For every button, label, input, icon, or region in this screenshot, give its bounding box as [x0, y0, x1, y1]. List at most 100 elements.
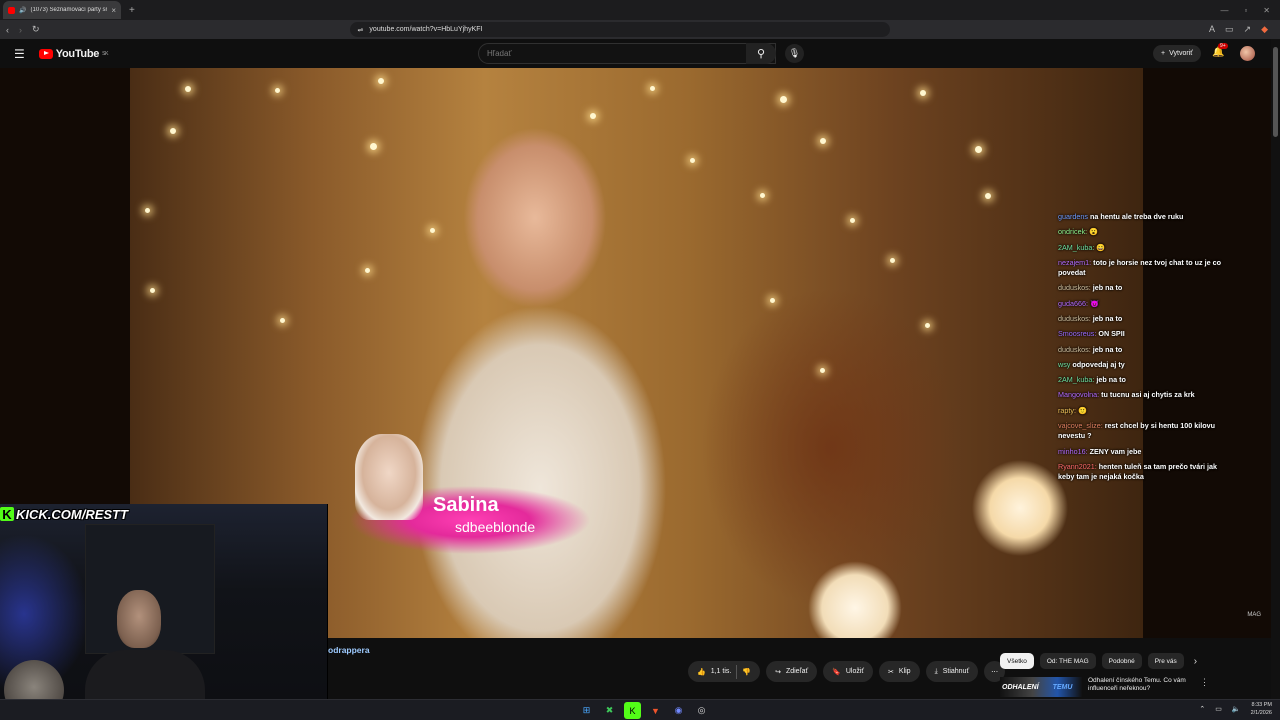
url-field[interactable]: ⇌ youtube.com/watch?v=HbLuYjhyKFI: [349, 22, 890, 37]
brave-shield-icon[interactable]: ◆: [1261, 24, 1268, 35]
channel-name[interactable]: odrappera: [328, 645, 370, 655]
chat-username[interactable]: 2AM_kuba:: [1058, 375, 1094, 384]
browser-tab-bar: 🔊 (1073) Seznamovací party sr... × + — ▫…: [0, 0, 1280, 20]
create-label: Vytvoriť: [1169, 50, 1193, 57]
recommended-title[interactable]: Odhalení čínského Temu. Co vám influence…: [1088, 677, 1188, 699]
back-icon[interactable]: ‹: [6, 25, 9, 35]
download-button[interactable]: ⤓ Stiahnuť: [925, 661, 979, 682]
thumbnail-text: ODHALENÍ: [1002, 683, 1039, 691]
new-tab-icon[interactable]: +: [129, 5, 135, 16]
chip-for-you[interactable]: Pre vás: [1147, 653, 1184, 669]
chat-text: tu tucnu asi aj chytis za krk: [1101, 390, 1195, 400]
chip-related[interactable]: Podobné: [1101, 653, 1142, 669]
discord-icon[interactable]: ◉: [670, 702, 687, 719]
clip-button[interactable]: ✂ Klip: [879, 661, 920, 682]
close-tab-icon[interactable]: ×: [111, 6, 116, 15]
bokeh-light: [890, 258, 895, 263]
create-button[interactable]: + Vytvoriť: [1153, 45, 1201, 62]
chat-username[interactable]: ondricek:: [1058, 227, 1087, 236]
chat-username[interactable]: duduskos:: [1058, 345, 1091, 354]
like-count[interactable]: 1,1 tis.: [711, 668, 732, 675]
more-vertical-icon[interactable]: ⋮: [1200, 677, 1209, 699]
volume-icon[interactable]: 🔈: [1232, 705, 1241, 713]
mic-icon: 🎙: [788, 48, 801, 58]
minimize-icon[interactable]: —: [1220, 6, 1228, 15]
chip-all[interactable]: Všetko: [1000, 653, 1034, 669]
window-controls: — ▫ ✕: [1220, 6, 1280, 15]
translate-icon[interactable]: A: [1209, 24, 1215, 35]
bokeh-light: [975, 146, 982, 153]
chat-text: jeb na to: [1092, 283, 1123, 293]
tray-overflow-icon[interactable]: ⌃: [1199, 705, 1205, 713]
cast-icon[interactable]: ▭: [1225, 24, 1234, 35]
more-horizontal-icon: ⋯: [991, 668, 999, 676]
bokeh-light: [185, 86, 191, 92]
recommended-video[interactable]: ODHALENÍ TEMU Odhalení čínského Temu. Co…: [1000, 677, 1270, 699]
obs-icon[interactable]: ◎: [693, 702, 710, 719]
chat-message: duduskos: jeb na to: [1058, 345, 1233, 355]
dislike-icon[interactable]: 👎: [742, 668, 751, 676]
brave-browser-icon[interactable]: ▼: [647, 702, 664, 719]
menu-icon[interactable]: ☰: [14, 47, 25, 61]
chat-message: Mangovolna: tu tucnu asi aj chytis za kr…: [1058, 390, 1233, 400]
notifications-button[interactable]: 🔔 9+: [1212, 43, 1228, 58]
chat-username[interactable]: duduskos:: [1058, 283, 1091, 292]
chat-message: guda666: 😈: [1058, 299, 1233, 309]
chat-text: jeb na to: [1092, 344, 1123, 354]
chat-username[interactable]: guda666:: [1058, 299, 1088, 308]
share-button[interactable]: ↪ Zdieľať: [766, 661, 818, 682]
windows-start-icon[interactable]: ⊞: [578, 702, 595, 719]
channel-watermark: MAG: [1247, 612, 1261, 618]
close-window-icon[interactable]: ✕: [1263, 6, 1270, 15]
chat-username[interactable]: vajcove_slize:: [1058, 421, 1103, 430]
chat-username[interactable]: Smoosreus:: [1058, 329, 1096, 338]
save-button[interactable]: 🔖 Uložiť: [823, 661, 874, 682]
youtube-logo[interactable]: YouTube SK: [38, 48, 108, 60]
chat-username[interactable]: Ryann2021:: [1058, 462, 1097, 471]
chat-message: rapty: 🙂: [1058, 406, 1233, 416]
chat-username[interactable]: duduskos:: [1058, 314, 1091, 323]
like-divider: [736, 664, 738, 679]
bokeh-light: [780, 96, 787, 103]
audio-icon[interactable]: 🔊: [19, 7, 26, 14]
download-label: Stiahnuť: [942, 668, 970, 675]
network-icon[interactable]: ▭: [1215, 705, 1222, 713]
chat-username[interactable]: wsy: [1058, 360, 1070, 369]
recommended-thumbnail[interactable]: ODHALENÍ TEMU: [1000, 677, 1082, 697]
chat-username[interactable]: minho16:: [1058, 447, 1088, 456]
share-icon: ↪: [775, 668, 781, 676]
chip-from-channel[interactable]: Od: THE MAG: [1039, 653, 1096, 669]
bokeh-light: [370, 143, 377, 150]
xbox-icon[interactable]: ✖: [601, 702, 618, 719]
search-input[interactable]: Hľadať ⌨: [478, 43, 776, 64]
site-info-icon[interactable]: ⇌: [358, 26, 364, 34]
clip-label: Klip: [898, 668, 911, 675]
taskbar-apps: ⊞ ✖ K ▼ ◉ ◎: [578, 702, 710, 719]
chat-username[interactable]: nezajem1:: [1058, 258, 1091, 267]
like-icon[interactable]: 👍: [697, 668, 706, 676]
chat-username[interactable]: rapty:: [1058, 406, 1076, 415]
chat-text: jeb na to: [1092, 313, 1123, 323]
kick-app-icon[interactable]: K: [624, 702, 641, 719]
clock[interactable]: 8:33 PM 2/1/2026: [1251, 701, 1272, 717]
chat-username[interactable]: guardens: [1058, 212, 1088, 221]
voice-search-button[interactable]: 🎙: [785, 44, 804, 63]
browser-tab[interactable]: 🔊 (1073) Seznamovací party sr... ×: [3, 1, 121, 19]
share-page-icon[interactable]: ↗: [1244, 24, 1252, 35]
bokeh-light: [590, 113, 596, 119]
bokeh-light: [150, 288, 155, 293]
chat-username[interactable]: Mangovolna:: [1058, 390, 1099, 399]
avatar[interactable]: [1240, 46, 1255, 61]
youtube-favicon-icon: [8, 6, 15, 14]
chevron-right-icon[interactable]: ›: [1194, 656, 1197, 667]
bookmark-icon: 🔖: [832, 668, 841, 676]
guest-portrait: [355, 434, 423, 520]
address-actions: A ▭ ↗ ◆: [1209, 24, 1274, 35]
scrollbar-thumb[interactable]: [1273, 47, 1278, 137]
page-scrollbar[interactable]: [1271, 39, 1280, 699]
reload-icon[interactable]: ↻: [32, 24, 40, 35]
maximize-icon[interactable]: ▫: [1244, 6, 1247, 15]
forward-icon[interactable]: ›: [19, 25, 22, 35]
search-button[interactable]: ⚲: [746, 43, 776, 64]
chat-username[interactable]: 2AM_kuba:: [1058, 243, 1094, 252]
